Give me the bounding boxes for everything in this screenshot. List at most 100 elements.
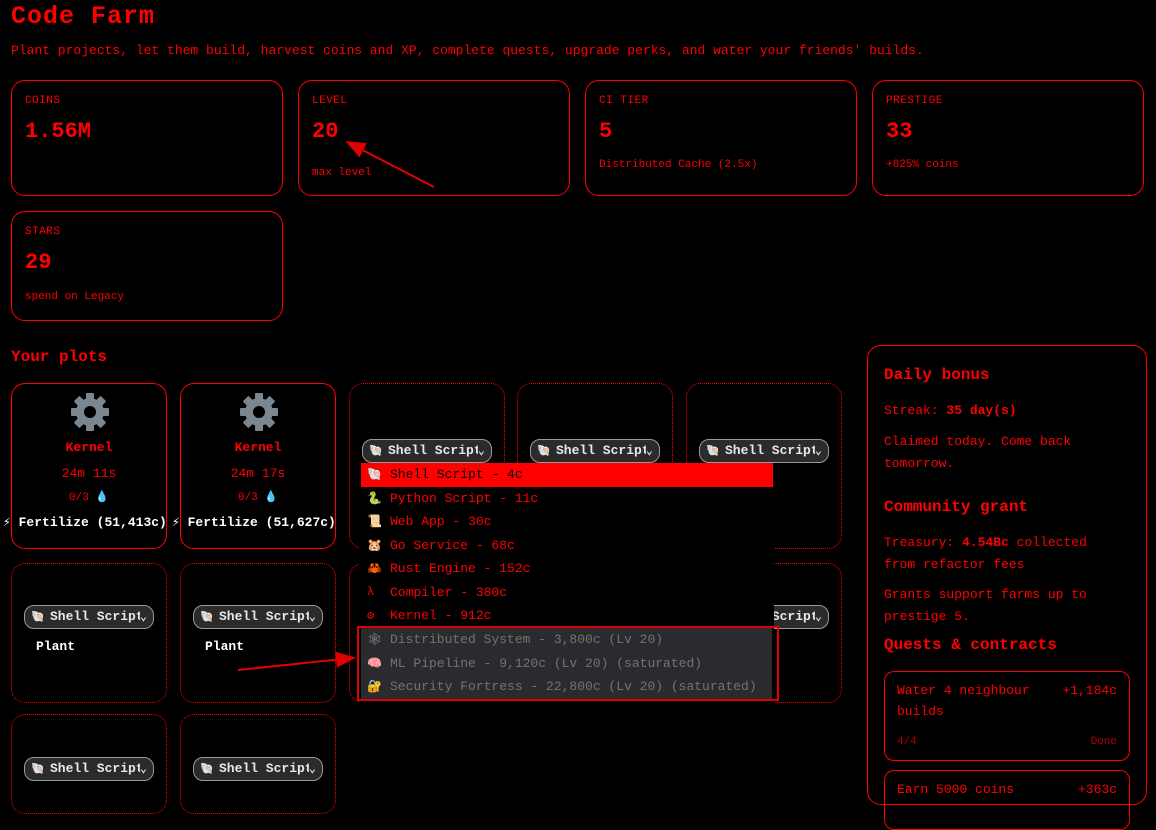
- stat-note: spend on Legacy: [25, 291, 125, 303]
- crop-name: Kernel: [234, 440, 282, 455]
- crop-timer: 24m 17s: [230, 466, 286, 481]
- stat-value: 1.56M: [25, 119, 92, 144]
- dropdown-option-ml-pipeline: 🧠 ML Pipeline - 9,120c (Lv 20) (saturate…: [361, 652, 772, 676]
- stat-card-coins: COINS 1.56M: [11, 80, 283, 196]
- dropdown-option-shell-script[interactable]: 🐚 Shell Script - 4c: [361, 463, 773, 487]
- crop-select[interactable]: 🐚 Shell Script ⌄: [193, 757, 323, 781]
- crop-select-value: Shell Script: [388, 443, 478, 458]
- chevron-down-icon: ⌄: [308, 610, 316, 624]
- stat-card-stars: STARS 29 spend on Legacy: [11, 211, 283, 321]
- plots-heading: Your plots: [11, 348, 108, 366]
- streak-value: 35 day(s): [946, 403, 1017, 418]
- app-subtitle: Plant projects, let them build, harvest …: [11, 43, 924, 58]
- stat-value: 33: [886, 119, 913, 144]
- network-icon: 🕸: [367, 633, 383, 647]
- crab-icon: 🦀: [367, 562, 382, 576]
- plot-empty: 🐚 Shell Script ⌄: [11, 714, 167, 814]
- crop-select[interactable]: 🐚 Shell Script ⌄: [530, 439, 660, 463]
- shell-icon: 🐚: [367, 468, 382, 482]
- dropdown-option-python-script[interactable]: 🐍 Python Script - 11c: [361, 487, 772, 511]
- quest-reward: +363c: [1077, 782, 1117, 797]
- water-count: 0/3 💧: [237, 492, 279, 504]
- community-grant-heading: Community grant: [884, 498, 1029, 516]
- plot-empty: 🐚 Shell Script ⌄ Plant: [180, 563, 336, 703]
- fertilize-button[interactable]: ⚡ Fertilize (51,413c): [3, 515, 167, 530]
- stat-value: 5: [599, 119, 613, 144]
- dropdown-option-distributed-system: 🕸 Distributed System - 3,800c (Lv 20): [361, 628, 772, 652]
- stat-note: Distributed Cache (2.5x): [599, 159, 758, 171]
- gear-icon: [240, 393, 278, 431]
- claimed-text: Claimed today. Come back tomorrow.: [884, 434, 1072, 471]
- stat-label: PRESTIGE: [886, 95, 943, 107]
- shell-icon: 🐚: [369, 446, 383, 458]
- chevron-down-icon: ⌄: [477, 444, 485, 458]
- shell-icon: 🐚: [537, 446, 551, 458]
- crop-timer: 24m 11s: [61, 466, 117, 481]
- plot-empty: 🐚 Shell Script ⌄ Plant: [11, 563, 167, 703]
- quest-progress: 4/4: [897, 736, 917, 748]
- crop-select-value: Shell Script: [219, 609, 309, 624]
- crop-select[interactable]: 🐚 Shell Script ⌄: [24, 757, 154, 781]
- dropdown-option-rust-engine[interactable]: 🦀 Rust Engine - 152c: [361, 557, 772, 581]
- crop-dropdown-list: 🐚 Shell Script - 4c 🐍 Python Script - 11…: [359, 463, 774, 703]
- fertilize-button[interactable]: ⚡ Fertilize (51,627c): [172, 515, 336, 530]
- dropdown-option-compiler[interactable]: λ Compiler - 380c: [361, 581, 772, 605]
- dropdown-option-security-fortress: 🔐 Security Fortress - 22,800c (Lv 20) (s…: [361, 675, 772, 699]
- crop-name: Kernel: [65, 440, 113, 455]
- gear-icon: ⚙: [367, 609, 375, 623]
- crop-select-value: Shell Script: [556, 443, 646, 458]
- chevron-down-icon: ⌄: [139, 762, 147, 776]
- plot-empty: 🐚 Shell Script ⌄: [180, 714, 336, 814]
- stat-label: COINS: [25, 95, 61, 107]
- stat-card-level: LEVEL 20 max level: [298, 80, 570, 196]
- app-title: Code Farm: [11, 2, 156, 31]
- lock-icon: 🔐: [367, 680, 382, 694]
- stat-label: STARS: [25, 226, 61, 238]
- shell-icon: 🐚: [200, 764, 214, 776]
- quests-heading: Quests & contracts: [884, 636, 1057, 654]
- scroll-icon: 📜: [367, 515, 382, 529]
- crop-select-value: Shell Script: [725, 443, 815, 458]
- crop-select[interactable]: 🐚 Shell Script ⌄: [362, 439, 492, 463]
- stat-label: LEVEL: [312, 95, 348, 107]
- crop-select-value: Shell Script: [219, 761, 309, 776]
- stat-value: 20: [312, 119, 339, 144]
- plot-growing[interactable]: Kernel 24m 17s 0/3 💧 ⚡ Fertilize (51,627…: [172, 383, 336, 549]
- stat-card-prestige: PRESTIGE 33 +825% coins: [872, 80, 1144, 196]
- gear-icon: [71, 393, 109, 431]
- plant-button[interactable]: Plant: [205, 639, 244, 654]
- crop-select[interactable]: 🐚 Shell Script ⌄: [193, 605, 323, 629]
- plant-button[interactable]: Plant: [36, 639, 75, 654]
- plot-growing[interactable]: Kernel 24m 11s 0/3 💧 ⚡ Fertilize (51,413…: [3, 383, 167, 549]
- quest-title: Water 4 neighbour builds: [897, 683, 1030, 719]
- dropdown-option-go-service[interactable]: 🐹 Go Service - 68c: [361, 534, 772, 558]
- shell-icon: 🐚: [706, 446, 720, 458]
- grant-note: Grants support farms up to prestige 5.: [884, 587, 1087, 624]
- shell-icon: 🐚: [31, 612, 45, 624]
- crop-select[interactable]: 🐚 Shell Script ⌄: [24, 605, 154, 629]
- stat-note: +825% coins: [886, 159, 959, 171]
- chevron-down-icon: ⌄: [139, 610, 147, 624]
- chevron-down-icon: ⌄: [814, 610, 822, 624]
- sidebar-panel: Daily bonus Streak: 35 day(s) Claimed to…: [867, 345, 1147, 830]
- quest-card: Water 4 neighbour builds +1,184c 4/4 Don…: [884, 671, 1130, 761]
- quest-status: Done: [1090, 736, 1117, 748]
- quest-title: Earn 5000 coins: [897, 782, 1015, 797]
- quest-card: Earn 5000 coins +363c: [884, 770, 1130, 830]
- chevron-down-icon: ⌄: [308, 762, 316, 776]
- crop-select-value: Shell Script: [50, 609, 140, 624]
- stat-label: CI TIER: [599, 95, 649, 107]
- daily-bonus-heading: Daily bonus: [884, 366, 990, 384]
- treasury-line: Treasury: 4.54Bc collected from refactor…: [884, 535, 1087, 572]
- brain-icon: 🧠: [367, 657, 382, 671]
- dropdown-option-kernel[interactable]: ⚙ Kernel - 912c: [361, 604, 772, 628]
- stat-card-ci-tier: CI TIER 5 Distributed Cache (2.5x): [585, 80, 857, 196]
- crop-select[interactable]: 🐚 Shell Script ⌄: [699, 439, 829, 463]
- chevron-down-icon: ⌄: [814, 444, 822, 458]
- lambda-icon: λ: [367, 585, 375, 599]
- chevron-down-icon: ⌄: [645, 444, 653, 458]
- shell-icon: 🐚: [31, 764, 45, 776]
- dropdown-option-web-app[interactable]: 📜 Web App - 30c: [361, 510, 772, 534]
- hamster-icon: 🐹: [367, 539, 382, 553]
- crop-select-value: Shell Script: [50, 761, 140, 776]
